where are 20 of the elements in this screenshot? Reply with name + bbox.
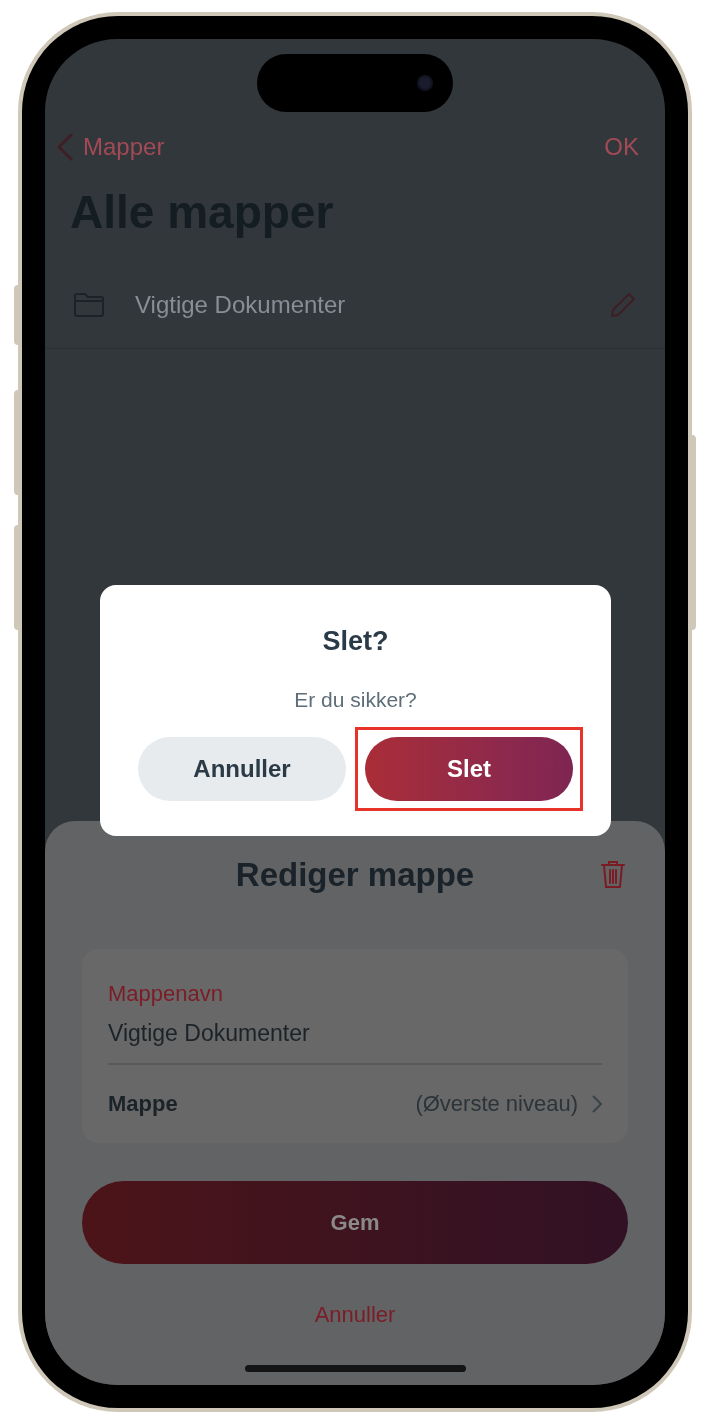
pencil-icon[interactable]	[609, 290, 637, 319]
camera-icon	[417, 75, 433, 91]
folder-name: Vigtige Dokumenter	[135, 289, 347, 320]
save-button[interactable]: Gem	[82, 1180, 628, 1264]
dialog-message: Er du sikker?	[294, 686, 417, 713]
field-label: Mappenavn	[108, 980, 224, 1008]
trash-icon[interactable]	[600, 859, 626, 889]
folder-name-field[interactable]: Vigtige Dokumenter	[108, 1016, 602, 1051]
dialog-title: Slet?	[322, 625, 389, 658]
cancel-button[interactable]: Annuller	[138, 737, 346, 801]
back-button[interactable]: Mapper	[57, 129, 165, 165]
parent-folder-row[interactable]: Mappe (Øverste niveau)	[108, 1064, 602, 1143]
chevron-left-icon	[57, 133, 73, 161]
chevron-right-icon	[592, 1094, 602, 1113]
cancel-link[interactable]: Annuller	[314, 1297, 396, 1331]
delete-button[interactable]: Slet	[365, 737, 573, 801]
sheet-title: Rediger mappe	[235, 855, 475, 896]
ok-button[interactable]: OK	[604, 129, 653, 165]
folder-row[interactable]: Vigtige Dokumenter	[45, 261, 665, 348]
parent-folder-value: (Øverste niveau)	[415, 1090, 578, 1118]
